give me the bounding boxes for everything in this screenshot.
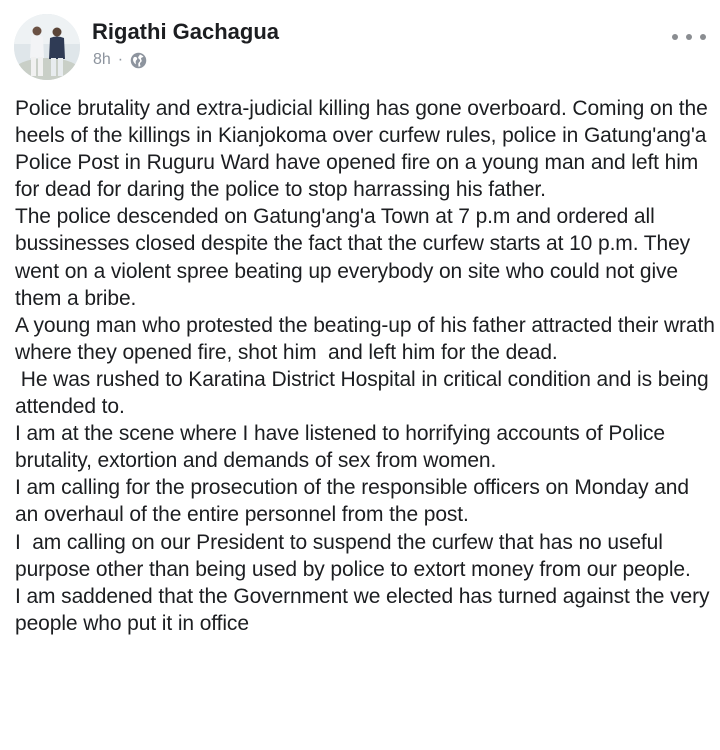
post-paragraph: Police brutality and extra-judicial kill… — [15, 97, 714, 202]
more-options-dot — [700, 34, 706, 40]
post-paragraph: A young man who protested the beating-up… — [15, 313, 715, 364]
post-paragraph: I am calling on our President to suspend… — [15, 530, 691, 581]
more-options-dot — [686, 34, 692, 40]
more-options-dot — [672, 34, 678, 40]
post-paragraph: I am calling for the prosecution of the … — [15, 476, 695, 527]
post-header: Rigathi Gachagua 8h · — [14, 14, 706, 84]
post-paragraph: The police descended on Gatung'ang'a Tow… — [15, 205, 696, 310]
meta-separator: · — [117, 51, 124, 68]
author-avatar[interactable] — [14, 14, 80, 80]
more-options-icon[interactable] — [672, 26, 706, 48]
facebook-post: Rigathi Gachagua 8h · Police brutality a… — [0, 0, 720, 750]
post-body: Police brutality and extra-judicial kill… — [15, 95, 715, 637]
post-paragraph: I am saddened that the Government we ele… — [15, 584, 716, 635]
globe-icon[interactable] — [130, 52, 147, 69]
author-name[interactable]: Rigathi Gachagua — [92, 19, 279, 45]
post-paragraph: I am at the scene where I have listened … — [15, 422, 671, 473]
post-timestamp[interactable]: 8h — [93, 51, 111, 69]
post-paragraph: He was rushed to Karatina District Hospi… — [15, 367, 715, 419]
post-meta: 8h · — [93, 49, 147, 71]
